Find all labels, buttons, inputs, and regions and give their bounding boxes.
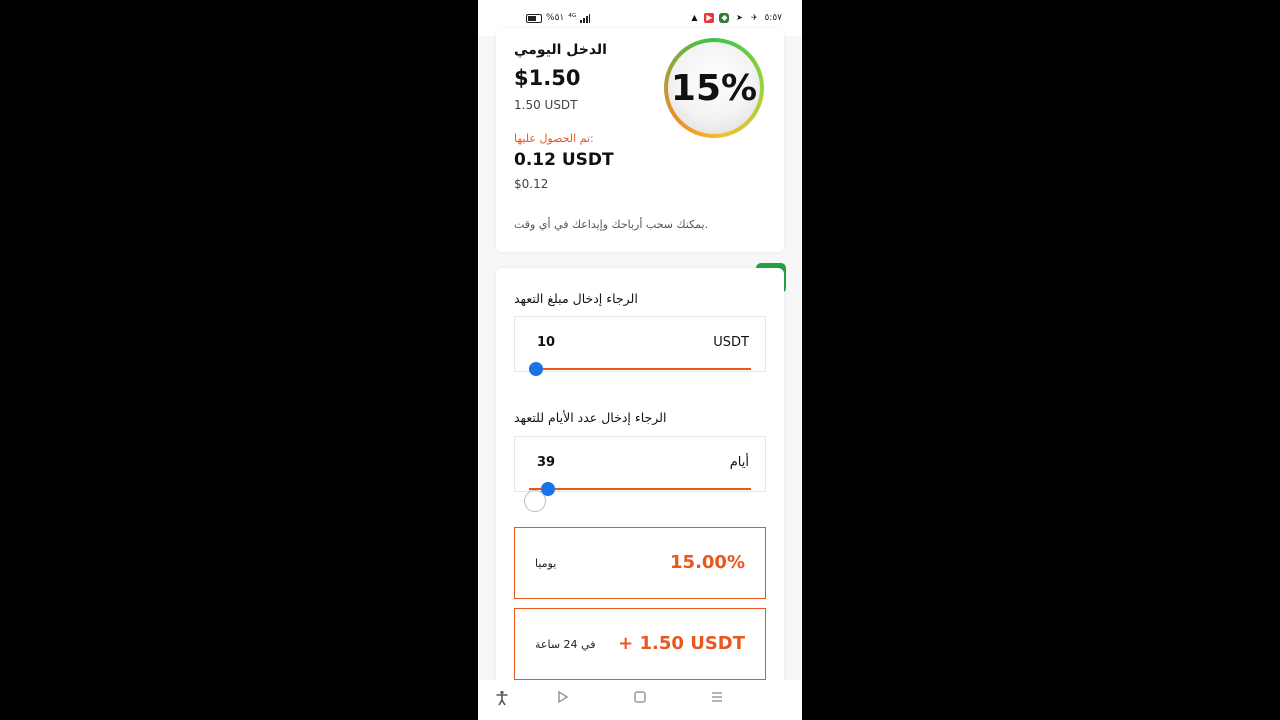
daily-rate-value: 15.00% (670, 552, 745, 573)
daily-rate-box: 15.00% يوميا (514, 527, 766, 599)
amount-label: الرجاء إدخال مبلغ التعهد (514, 291, 638, 306)
amount-value: 10 (537, 335, 556, 350)
earnings-label: في 24 ساعة (535, 638, 596, 651)
obtained-label: تم الحصول عليها: (514, 132, 594, 145)
clock: ٥:٥٧ (764, 13, 782, 23)
menu-icon[interactable] (710, 690, 724, 708)
youtube-icon: ▶ (704, 13, 715, 23)
earnings-box: + 1.50 USDT في 24 ساعة (514, 608, 766, 680)
amount-slider-thumb[interactable] (529, 362, 543, 376)
phone-screen: %٥١ ⁴ᴳ ▲ ▶ ◆ ➤ ✈ ٥:٥٧ الدخل اليومي $1.50… (478, 0, 802, 720)
withdraw-note: يمكنك سحب أرباحك وإيداعك في أي وقت. (514, 218, 709, 231)
status-left: %٥١ ⁴ᴳ (526, 13, 591, 23)
accessibility-icon[interactable] (494, 690, 510, 710)
obtained-usd: $0.12 (514, 177, 549, 191)
days-label: الرجاء إدخال عدد الأيام للتعهد (514, 410, 667, 425)
touch-indicator (524, 490, 546, 512)
daily-income-usd: $1.50 (514, 66, 581, 90)
days-slider-track[interactable] (529, 488, 751, 490)
daily-income-usdt: 1.50 USDT (514, 98, 578, 112)
status-right: ▲ ▶ ◆ ➤ ✈ ٥:٥٧ (689, 13, 782, 23)
back-icon[interactable] (556, 690, 570, 708)
signal-indicator: ⁴ᴳ (568, 13, 577, 23)
days-input[interactable]: 39 أيام (514, 436, 766, 496)
battery-icon (526, 13, 542, 23)
obtained-usdt: 0.12 USDT (514, 150, 614, 170)
amount-unit: USDT (713, 335, 749, 350)
days-value: 39 (537, 455, 556, 470)
days-unit: أيام (729, 455, 749, 470)
send-icon: ➤ (736, 13, 743, 22)
daily-income-card: الدخل اليومي $1.50 1.50 USDT تم الحصول ع… (496, 28, 784, 252)
home-icon[interactable] (633, 690, 647, 708)
battery-percent: %٥١ (546, 13, 565, 23)
earnings-value: + 1.50 USDT (618, 633, 745, 654)
gauge-value: 15% (668, 42, 760, 134)
percentage-gauge: 15% (664, 38, 764, 138)
daily-income-title: الدخل اليومي (514, 42, 607, 58)
amount-slider-track[interactable] (529, 368, 751, 370)
signal-bars-icon (580, 13, 591, 23)
navigation-bar (478, 680, 802, 720)
shield-icon: ◆ (719, 13, 730, 23)
telegram-icon: ✈ (751, 13, 758, 22)
amount-input[interactable]: 10 USDT (514, 316, 766, 376)
warning-icon: ▲ (691, 13, 698, 22)
daily-rate-label: يوميا (535, 557, 557, 570)
